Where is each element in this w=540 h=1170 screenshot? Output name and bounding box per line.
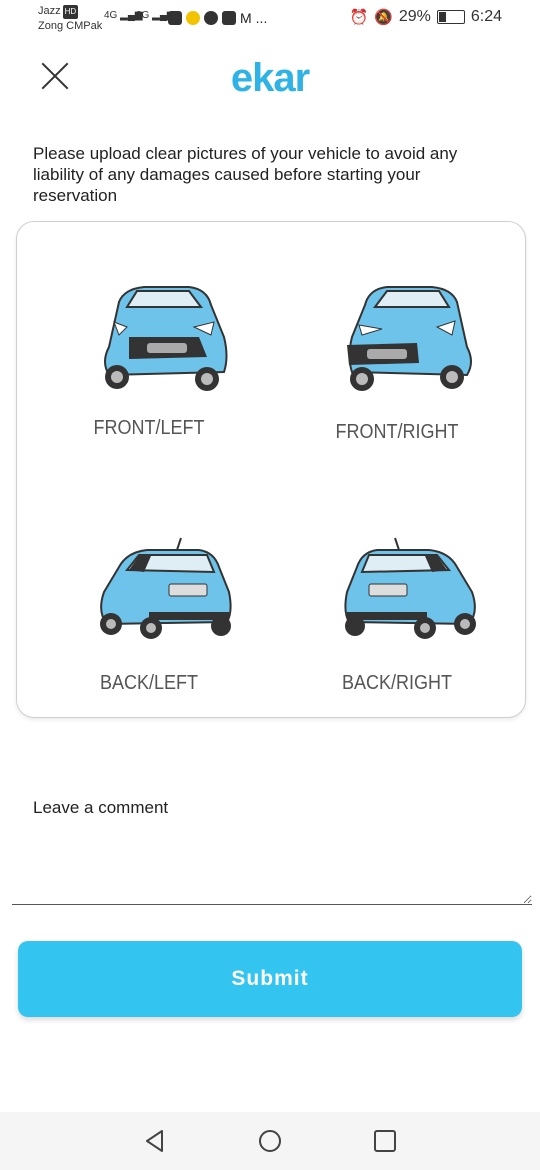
comment-input[interactable] xyxy=(12,830,532,905)
upload-instructions: Please upload clear pictures of your veh… xyxy=(33,144,458,205)
photo-tile-back-left[interactable]: BACK/LEFT xyxy=(39,492,259,702)
ekar-logo: ekar xyxy=(230,56,310,100)
photo-tile-front-right[interactable]: FRONT/RIGHT xyxy=(287,247,507,457)
mute-icon: 🔕 xyxy=(374,9,393,26)
carrier-primary: Jazz xyxy=(38,5,61,17)
back-nav-icon[interactable] xyxy=(142,1128,168,1154)
status-bar: Jazz HD Zong CMPak 4G ▂▄▆ 3G ▂▄▆ M ... ⏰ … xyxy=(0,0,540,40)
photo-tile-back-right[interactable]: BACK/RIGHT xyxy=(287,492,507,702)
status-right: ⏰ 🔕 29% 6:24 xyxy=(349,8,502,26)
carrier-info: Jazz HD Zong CMPak xyxy=(38,4,102,33)
battery-percent: 29% xyxy=(398,8,431,25)
submit-button[interactable]: Submit xyxy=(18,941,522,1017)
clock: 6:24 xyxy=(470,8,502,25)
system-nav-bar xyxy=(0,1112,540,1170)
gmail-icon: M xyxy=(240,10,252,26)
carrier-secondary: Zong CMPak xyxy=(38,20,103,32)
app-notification-icon xyxy=(186,11,200,25)
alarm-icon: ⏰ xyxy=(349,9,369,26)
hd-badge: HD xyxy=(62,5,79,19)
car-front-left-icon xyxy=(104,286,228,391)
more-notifications-icon: ... xyxy=(255,10,268,26)
vehicle-photos-card: FRONT/LEFT FRONT/RIGHT BACK/LEFT BACK/RI… xyxy=(16,221,526,718)
comment-label: Leave a comment xyxy=(33,798,169,817)
photo-label-front-left: FRONT/LEFT xyxy=(93,417,205,439)
car-front-right-icon xyxy=(347,286,472,391)
notification-icons: M ... xyxy=(168,10,267,26)
recents-nav-icon[interactable] xyxy=(372,1128,398,1154)
whatsapp-icon xyxy=(204,11,218,25)
photo-label-back-left: BACK/LEFT xyxy=(99,672,199,694)
battery-icon xyxy=(436,10,465,24)
car-back-left-icon xyxy=(100,537,232,639)
youtube-icon xyxy=(222,11,236,25)
photo-label-front-right: FRONT/RIGHT xyxy=(335,421,459,443)
car-back-right-icon xyxy=(344,537,476,639)
photo-label-back-right: BACK/RIGHT xyxy=(341,672,453,694)
video-icon xyxy=(168,11,182,25)
home-nav-icon[interactable] xyxy=(257,1128,283,1154)
photo-tile-front-left[interactable]: FRONT/LEFT xyxy=(39,247,259,457)
